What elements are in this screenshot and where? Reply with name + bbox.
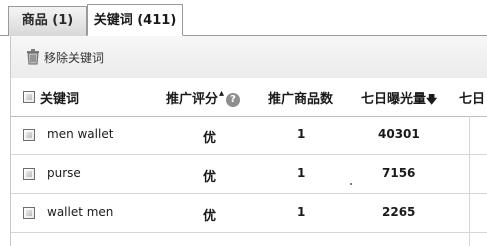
row-product-count: 1 [297, 166, 306, 180]
help-icon[interactable]: ? [226, 92, 241, 107]
table-row: wallet men 优 1 2265 [11, 194, 487, 233]
row-score: 优 [203, 131, 217, 146]
header-product-count[interactable]: 推广商品数 [268, 88, 333, 107]
keyword-panel: 商品 (1) 关键词 (411) 移除关键词 关键词 推广评分▴? 推广商品数 [0, 0, 487, 246]
header-score[interactable]: 推广评分▴? [166, 88, 241, 107]
tab-bar: 商品 (1) 关键词 (411) [0, 0, 487, 36]
row-score: 优 [203, 170, 217, 185]
remove-keyword-label: 移除关键词 [44, 50, 105, 65]
row-exposure: 7156 [382, 166, 416, 180]
row-keyword: men wallet [47, 127, 114, 141]
row-product-count: 1 [297, 205, 306, 219]
sort-icon: ▴ [219, 88, 225, 99]
header-keyword[interactable]: 关键词 [40, 88, 79, 107]
header-exposure-label: 七日曝光量 [361, 92, 427, 107]
row-keyword: purse [47, 166, 81, 180]
table-row: men wallet 优 1 40301 [11, 116, 487, 155]
row-exposure: 2265 [382, 205, 416, 219]
header-next-column[interactable]: 七日 [459, 88, 485, 107]
trash-icon [27, 49, 39, 65]
remove-keyword-button[interactable]: 移除关键词 [26, 47, 104, 67]
row-product-count: 1 [297, 127, 306, 141]
table-header: 关键词 推广评分▴? 推广商品数 七日曝光量🡇 七日 [11, 78, 487, 117]
row-checkbox[interactable] [23, 129, 35, 141]
row-keyword: wallet men [47, 205, 114, 219]
row-checkbox[interactable] [23, 168, 35, 180]
toolbar: 移除关键词 [10, 36, 487, 78]
column-divider [469, 116, 470, 246]
header-score-label: 推广评分 [166, 92, 219, 107]
tab-keywords[interactable]: 关键词 (411) [87, 4, 183, 36]
sort-desc-icon: 🡇 [426, 93, 438, 106]
scan-speck [350, 183, 352, 185]
select-all-checkbox[interactable] [23, 91, 35, 103]
header-exposure[interactable]: 七日曝光量🡇 [361, 88, 437, 110]
tab-products[interactable]: 商品 (1) [8, 6, 87, 36]
keyword-table: 关键词 推广评分▴? 推广商品数 七日曝光量🡇 七日 men wallet 优 … [10, 78, 487, 246]
table-row: purse 优 1 7156 [11, 155, 487, 194]
row-checkbox[interactable] [23, 207, 35, 219]
row-score: 优 [203, 209, 217, 224]
row-exposure: 40301 [378, 127, 420, 141]
